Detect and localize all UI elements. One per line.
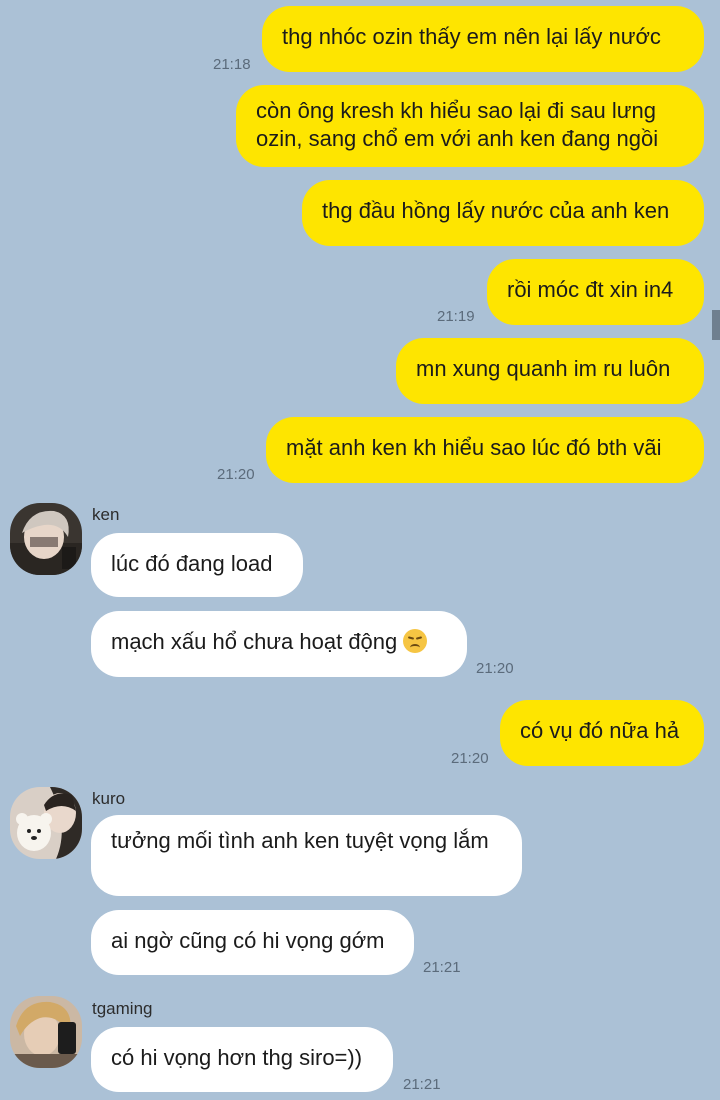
avatar[interactable] [10,787,82,859]
sender-name: kuro [92,789,126,808]
scrollbar[interactable] [712,310,720,340]
their-message-bubble[interactable]: có hi vọng hơn thg siro=)) [91,1027,393,1092]
message-timestamp: 21:19 [437,308,475,325]
my-message-bubble[interactable]: thg nhóc ozin thấy em nên lại lấy nước [262,6,704,72]
message-text: mạch xấu hổ chưa hoạt động [111,629,398,654]
avatar-photo-tgaming [10,996,82,1068]
their-message-bubble[interactable]: mạch xấu hổ chưa hoạt động [91,611,467,677]
my-message-bubble[interactable]: rồi móc đt xin in4 [487,259,704,325]
their-message-bubble[interactable]: ai ngờ cũng có hi vọng gớm [91,910,414,975]
my-message-bubble[interactable]: còn ông kresh kh hiểu sao lại đi sau lưn… [236,85,704,167]
sender-name: tgaming [92,999,153,1018]
avatar-photo-ken [10,503,82,575]
message-timestamp: 21:20 [451,750,489,767]
message-timestamp: 21:18 [213,56,251,73]
my-message-bubble[interactable]: mn xung quanh im ru luôn [396,338,704,404]
their-message-bubble[interactable]: lúc đó đang load [91,533,303,597]
disappointed-face-icon [403,629,428,653]
message-timestamp: 21:21 [403,1076,441,1093]
avatar[interactable] [10,996,82,1068]
their-message-bubble[interactable]: tưởng mối tình anh ken tuyệt vọng lắm [91,815,522,896]
my-message-bubble[interactable]: thg đầu hồng lấy nước của anh ken [302,180,704,246]
avatar-photo-kuro [10,787,82,859]
avatar[interactable] [10,503,82,575]
message-timestamp: 21:20 [476,660,514,677]
message-timestamp: 21:20 [217,466,255,483]
sender-name: ken [92,505,120,524]
my-message-bubble[interactable]: có vụ đó nữa hả [500,700,704,766]
my-message-bubble[interactable]: mặt anh ken kh hiểu sao lúc đó bth vãi [266,417,704,483]
message-timestamp: 21:21 [423,959,461,976]
